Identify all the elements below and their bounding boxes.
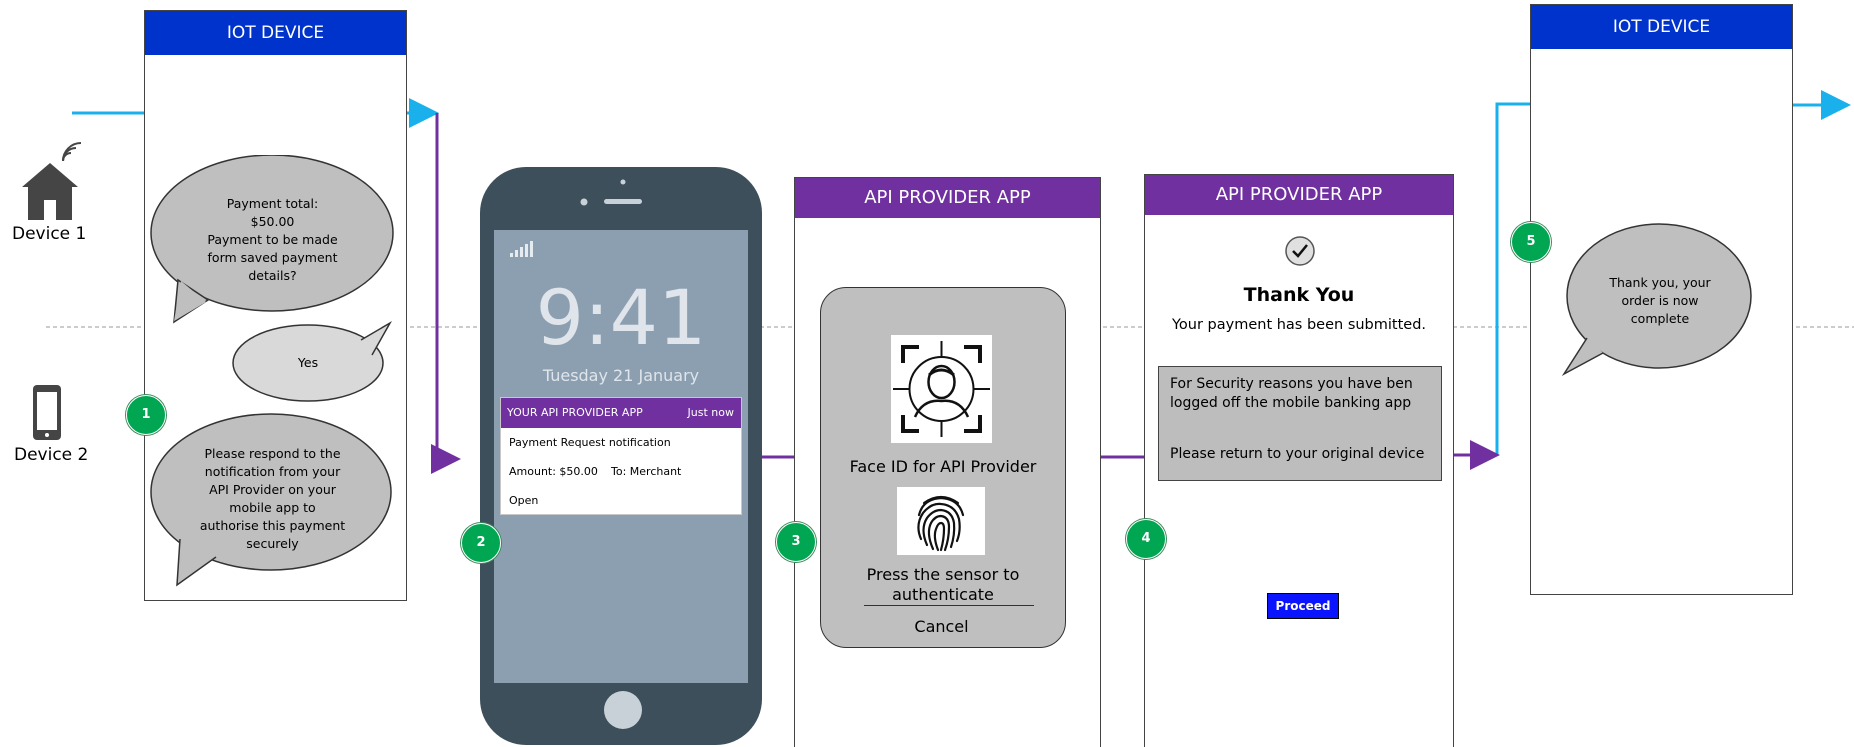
lock-screen-time: 9:41 xyxy=(535,273,707,362)
step-badge-2: 2 xyxy=(461,523,501,563)
panel-header: IOT DEVICE xyxy=(1531,5,1792,49)
security-line: For Security reasons you have ben xyxy=(1170,376,1413,392)
panel-header: API PROVIDER APP xyxy=(1145,175,1453,215)
notification-recipient: To: Merchant xyxy=(611,465,682,478)
bubble-thanks-text: Thank you, your order is now complete xyxy=(1580,274,1740,328)
signal-bars-icon xyxy=(510,241,533,257)
bubble-line: Payment to be made xyxy=(207,232,338,247)
device1-label: Device 1 xyxy=(12,224,87,244)
phone-speaker xyxy=(604,199,642,204)
security-notice-box: For Security reasons you have ben logged… xyxy=(1158,366,1442,481)
notification-time: Just now xyxy=(687,406,734,419)
bubble-line: notification from your xyxy=(204,464,341,479)
step-badge-1: 1 xyxy=(126,395,166,435)
notification-header: YOUR API PROVIDER APP Just now xyxy=(501,398,741,428)
bubble-line: form saved payment xyxy=(207,250,338,265)
bubble-line: Thank you, your xyxy=(1609,275,1711,290)
step-badge-4: 4 xyxy=(1126,519,1166,559)
step-badge-5: 5 xyxy=(1511,222,1551,262)
phone-camera-dot xyxy=(620,179,626,185)
smart-home-icon xyxy=(22,142,82,220)
notification-open-link[interactable]: Open xyxy=(509,494,538,507)
device2-label: Device 2 xyxy=(14,445,89,465)
bubble-line: details? xyxy=(248,268,297,283)
face-id-icon xyxy=(891,335,992,443)
step-badge-3: 3 xyxy=(776,522,816,562)
bubble-line: Please respond to the xyxy=(204,446,341,461)
cancel-button[interactable]: Cancel xyxy=(864,617,1019,636)
bubble-payment-text: Payment total: $50.00 Payment to be made… xyxy=(185,195,360,285)
fingerprint-icon[interactable] xyxy=(897,487,985,555)
bubble-line: complete xyxy=(1630,311,1690,326)
security-line: logged off the mobile banking app xyxy=(1170,395,1412,411)
phone-home-button xyxy=(604,691,642,729)
notification-amount: Amount: $50.00 xyxy=(509,465,598,478)
panel-header: IOT DEVICE xyxy=(145,11,406,55)
sensor-line: authenticate xyxy=(892,585,994,604)
thank-you-title: Thank You xyxy=(1243,284,1355,306)
notification-app-name: YOUR API PROVIDER APP xyxy=(507,406,643,419)
bubble-yes-text: Yes xyxy=(297,355,319,370)
flow-purple-down xyxy=(431,113,461,474)
face-id-label: Face ID for API Provider xyxy=(849,457,1037,476)
dialog-divider xyxy=(864,605,1034,606)
flow-blue-up xyxy=(1495,102,1530,455)
bubble-line: mobile app to xyxy=(229,500,316,515)
smartphone-icon xyxy=(33,385,61,440)
lock-screen-date: Tuesday 21 January xyxy=(542,366,700,385)
panel-header: API PROVIDER APP xyxy=(795,178,1100,218)
bubble-line: authorise this payment xyxy=(199,518,346,533)
bubble-line: API Provider on your xyxy=(209,482,336,497)
phone-sensor-dot xyxy=(580,198,588,206)
return-device-text: Please return to your original device xyxy=(1170,446,1425,462)
push-notification[interactable]: YOUR API PROVIDER APP Just now Payment R… xyxy=(500,397,742,515)
payment-submitted-text: Your payment has been submitted. xyxy=(1171,317,1427,333)
sensor-line: Press the sensor to xyxy=(866,565,1020,584)
bubble-line: $50.00 xyxy=(250,214,295,229)
bubble-line: Payment total: xyxy=(226,196,319,211)
bubble-respond-text: Please respond to the notification from … xyxy=(180,445,365,553)
sensor-instruction: Press the sensor to authenticate xyxy=(820,565,1066,605)
security-notice-text: For Security reasons you have ben logged… xyxy=(1170,375,1413,413)
proceed-button[interactable]: Proceed xyxy=(1267,593,1339,619)
notification-title: Payment Request notification xyxy=(509,436,671,449)
bubble-line: order is now xyxy=(1621,293,1699,308)
checkmark-icon xyxy=(1285,236,1315,266)
bubble-line: securely xyxy=(246,536,299,551)
